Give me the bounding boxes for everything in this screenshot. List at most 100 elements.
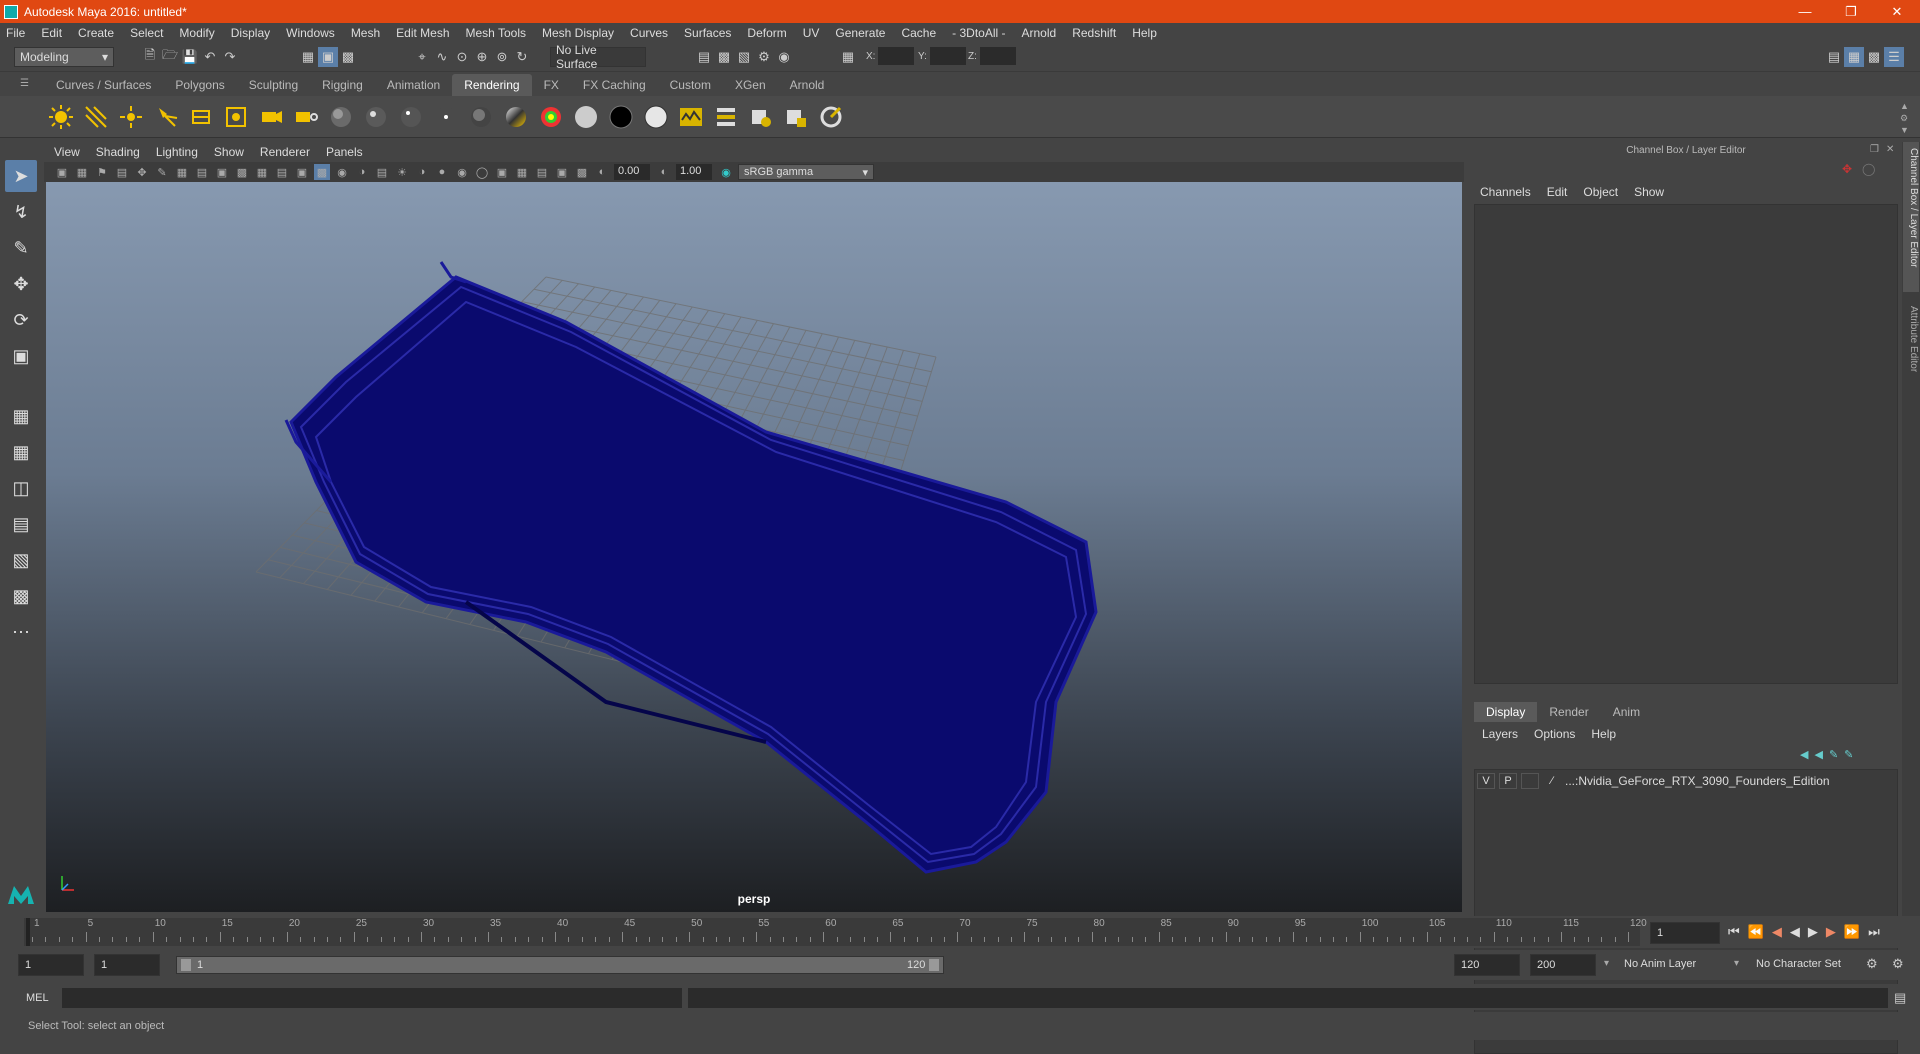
move-tool-icon[interactable]: ✥: [5, 268, 37, 300]
panel-menu-renderer[interactable]: Renderer: [260, 145, 310, 159]
render-settings-icon[interactable]: ⚙: [754, 47, 774, 67]
channel-list-area[interactable]: [1474, 204, 1898, 684]
undo-icon[interactable]: ↶: [200, 47, 220, 67]
menu-file[interactable]: File: [6, 26, 25, 40]
hypershade-icon[interactable]: ◉: [774, 47, 794, 67]
manipulator-toggle-icon[interactable]: ◯: [1862, 162, 1875, 176]
shelf-tab-rigging[interactable]: Rigging: [310, 74, 375, 96]
snap-grid-icon[interactable]: ⌖: [412, 47, 432, 67]
shelf-tab-custom[interactable]: Custom: [658, 74, 723, 96]
resolution-gate-icon[interactable]: ▣: [214, 164, 230, 180]
layer-row[interactable]: V P ∕ ...:Nvidia_GeForce_RTX_3090_Founde…: [1477, 772, 1895, 790]
select-camera-icon[interactable]: ▣: [54, 164, 70, 180]
hypershade-layout-icon[interactable]: ▩: [5, 580, 37, 612]
default-material-icon[interactable]: ◑: [354, 164, 370, 180]
go-to-end-icon[interactable]: ⏭: [1868, 924, 1880, 940]
menu-mesh[interactable]: Mesh: [351, 26, 380, 40]
camera-aim-icon[interactable]: [291, 102, 321, 132]
panel-menu-panels[interactable]: Panels: [326, 145, 363, 159]
menu-windows[interactable]: Windows: [286, 26, 335, 40]
close-panel-icon[interactable]: ✕: [1886, 144, 1894, 155]
menu-mesh-tools[interactable]: Mesh Tools: [466, 26, 526, 40]
snap-point-icon[interactable]: ⊙: [452, 47, 472, 67]
render-sequence-icon[interactable]: [711, 102, 741, 132]
menu-deform[interactable]: Deform: [747, 26, 786, 40]
select-component-icon[interactable]: ▩: [338, 47, 358, 67]
menu-help[interactable]: Help: [1132, 26, 1157, 40]
le-menu-layers[interactable]: Layers: [1482, 727, 1518, 741]
white-material-icon[interactable]: [641, 102, 671, 132]
end-time-field[interactable]: 200: [1530, 954, 1596, 976]
scale-tool-icon[interactable]: ▣: [5, 340, 37, 372]
render-view-icon[interactable]: ▤: [694, 47, 714, 67]
menu-3dtoall[interactable]: - 3DtoAll -: [952, 26, 1005, 40]
area-light-icon[interactable]: [186, 102, 216, 132]
bookmark-icon[interactable]: ⚑: [94, 164, 110, 180]
menu-redshift[interactable]: Redshift: [1072, 26, 1116, 40]
cb-menu-show[interactable]: Show: [1634, 185, 1664, 199]
auto-key-icon[interactable]: ⚙: [1866, 956, 1878, 972]
minimize-icon[interactable]: —: [1782, 0, 1828, 23]
image-plane-icon[interactable]: ▤: [114, 164, 130, 180]
transform-mode-icon[interactable]: ▦: [838, 47, 858, 67]
black-material-icon[interactable]: [606, 102, 636, 132]
layer-display-type-toggle[interactable]: [1521, 773, 1539, 789]
gamma-reset-icon[interactable]: ◐: [656, 164, 672, 180]
step-forward-frame-icon[interactable]: ▶: [1826, 924, 1836, 940]
new-layer-icon[interactable]: ✎: [1829, 748, 1838, 761]
color-management-icon[interactable]: ◉: [718, 164, 734, 180]
shelf-tab-fx-caching[interactable]: FX Caching: [571, 74, 658, 96]
more-layouts-icon[interactable]: ⋯: [5, 616, 37, 648]
use-all-lights-icon[interactable]: ☀: [394, 164, 410, 180]
color-space-dropdown[interactable]: sRGB gamma ▾: [738, 164, 874, 180]
shelf-tab-polygons[interactable]: Polygons: [163, 74, 236, 96]
menu-modify[interactable]: Modify: [179, 26, 214, 40]
isolate-select-icon[interactable]: ▦: [514, 164, 530, 180]
modeling-toolkit-icon[interactable]: ▤: [1824, 47, 1844, 67]
menu-curves[interactable]: Curves: [630, 26, 668, 40]
range-start-handle[interactable]: [181, 959, 191, 971]
snap-curve-icon[interactable]: ∿: [432, 47, 452, 67]
hypershade-shelf-icon[interactable]: [816, 102, 846, 132]
channel-box-icon[interactable]: ☰: [1884, 47, 1904, 67]
exposure-field[interactable]: 0.00: [614, 164, 650, 180]
lambert-material-icon[interactable]: [326, 102, 356, 132]
anisotropic-material-icon[interactable]: [431, 102, 461, 132]
open-scene-icon[interactable]: 🗁: [160, 47, 180, 67]
start-time-field[interactable]: 1: [18, 954, 84, 976]
x-field[interactable]: [878, 47, 914, 65]
gray-material-icon[interactable]: [571, 102, 601, 132]
shelf-tab-curves-surfaces[interactable]: Curves / Surfaces: [44, 74, 163, 96]
textured-icon[interactable]: ▤: [374, 164, 390, 180]
motion-blur-icon[interactable]: ◉: [454, 164, 470, 180]
ambient-occlusion-icon[interactable]: ●: [434, 164, 450, 180]
menu-arnold[interactable]: Arnold: [1022, 26, 1057, 40]
panel-menu-show[interactable]: Show: [214, 145, 244, 159]
move-layer-up-icon[interactable]: ◀: [1800, 748, 1808, 761]
depth-of-field-icon[interactable]: ▣: [494, 164, 510, 180]
tool-settings-icon[interactable]: ▩: [1864, 47, 1884, 67]
select-object-icon[interactable]: ▣: [318, 47, 338, 67]
graph-layout-icon[interactable]: ▧: [5, 544, 37, 576]
wireframe-icon[interactable]: ▩: [314, 164, 330, 180]
current-time-marker[interactable]: [26, 918, 30, 946]
batch-render-icon[interactable]: [746, 102, 776, 132]
new-scene-icon[interactable]: 🗎: [140, 47, 160, 67]
shelf-tab-rendering[interactable]: Rendering: [452, 74, 532, 96]
four-view-layout-icon[interactable]: ▦: [5, 436, 37, 468]
menu-surfaces[interactable]: Surfaces: [684, 26, 731, 40]
safe-title-icon[interactable]: ▣: [294, 164, 310, 180]
animation-preferences-icon[interactable]: ⚙: [1892, 956, 1904, 972]
layer-tab-display[interactable]: Display: [1474, 702, 1538, 722]
play-backwards-icon[interactable]: ◀: [1790, 924, 1800, 940]
xray-icon[interactable]: ▤: [534, 164, 550, 180]
shelf-tab-arnold[interactable]: Arnold: [778, 74, 837, 96]
z-field[interactable]: [980, 47, 1016, 65]
ramp-shader-icon[interactable]: [501, 102, 531, 132]
layer-visibility-toggle[interactable]: V: [1477, 773, 1495, 789]
new-layer-selected-icon[interactable]: ✎: [1844, 748, 1853, 761]
menu-mesh-display[interactable]: Mesh Display: [542, 26, 614, 40]
camera-attributes-icon[interactable]: ▦: [74, 164, 90, 180]
step-back-frame-icon[interactable]: ◀: [1772, 924, 1782, 940]
shelf-tab-fx[interactable]: FX: [532, 74, 571, 96]
